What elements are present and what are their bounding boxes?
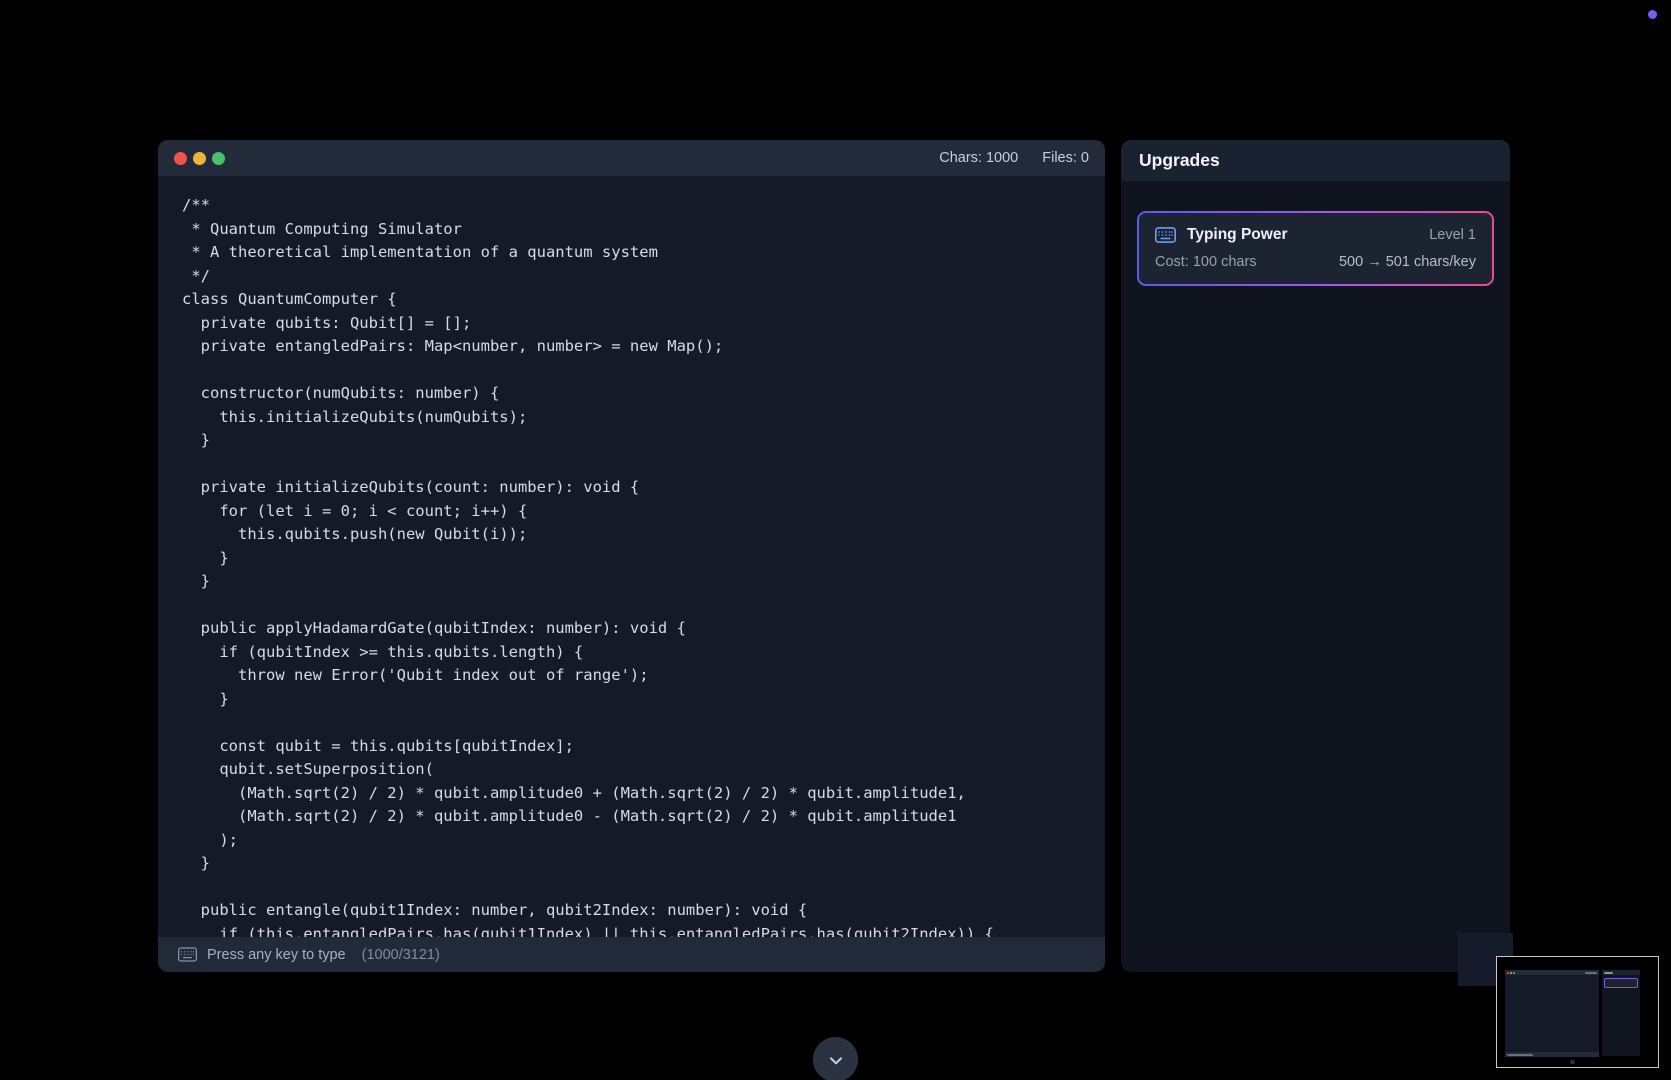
code-line: /**: [182, 194, 1081, 218]
chars-stat: Chars: 1000: [939, 150, 1018, 166]
upgrade-card-bottom-row: Cost: 100 chars 500 → 501 chars/key: [1155, 254, 1476, 270]
thumbnail-mini-minimize-dot: [1510, 972, 1512, 974]
thumbnail-mini-chevron: [1570, 1060, 1575, 1064]
screen-preview-thumbnail[interactable]: [1496, 956, 1659, 1068]
upgrade-card-body: Typing Power Level 1 Cost: 100 chars 500…: [1139, 213, 1492, 284]
upgrades-header: Upgrades: [1121, 140, 1510, 181]
upgrades-title: Upgrades: [1139, 150, 1220, 171]
code-line: }: [182, 688, 1081, 712]
keyboard-icon: [178, 947, 197, 962]
upgrade-cost: Cost: 100 chars: [1155, 254, 1257, 270]
thumbnail-mini-statusbar: [1505, 1052, 1599, 1057]
upgrade-level-badge: Level 1: [1429, 227, 1476, 243]
thumbnail-mini-status-text: [1507, 1054, 1533, 1056]
upgrades-panel: Upgrades Typing Power Level 1 Cost: 100 …: [1121, 140, 1510, 972]
upgrade-effect: 500 → 501 chars/key: [1339, 254, 1476, 270]
upgrade-card-typing-power[interactable]: Typing Power Level 1 Cost: 100 chars 500…: [1137, 211, 1494, 286]
code-line: [182, 876, 1081, 900]
code-content: /** * Quantum Computing Simulator * A th…: [182, 194, 1081, 946]
code-line: private initializeQubits(count: number):…: [182, 476, 1081, 500]
thumbnail-mini-upgrades-title: [1604, 972, 1613, 974]
editor-statusbar: Press any key to type (1000/3121): [158, 937, 1105, 972]
code-line: if (qubitIndex >= this.qubits.length) {: [182, 641, 1081, 665]
code-line: (Math.sqrt(2) / 2) * qubit.amplitude0 - …: [182, 805, 1081, 829]
code-line: throw new Error('Qubit index out of rang…: [182, 664, 1081, 688]
keyboard-icon: [1155, 227, 1176, 243]
editor-titlebar: Chars: 1000 Files: 0: [158, 140, 1105, 176]
code-line: }: [182, 547, 1081, 571]
code-line: * Quantum Computing Simulator: [182, 218, 1081, 242]
chevron-down-icon: [826, 1050, 846, 1070]
thumbnail-mini-upgrades-header: [1602, 970, 1640, 975]
thumbnail-mini-titlebar: [1505, 970, 1599, 975]
thumbnail-mini-upgrades-panel: [1602, 970, 1640, 1056]
notification-dot: [1648, 10, 1657, 19]
code-line: class QuantumComputer {: [182, 288, 1081, 312]
desktop: Chars: 1000 Files: 0 /** * Quantum Compu…: [0, 0, 1671, 1080]
code-line: [182, 453, 1081, 477]
code-line: this.qubits.push(new Qubit(i));: [182, 523, 1081, 547]
typing-editor-window: Chars: 1000 Files: 0 /** * Quantum Compu…: [158, 140, 1105, 972]
code-line: public applyHadamardGate(qubitIndex: num…: [182, 617, 1081, 641]
window-controls: [174, 152, 225, 165]
typing-prompt: Press any key to type: [207, 947, 346, 963]
thumbnail-mini-upgrade-card: [1604, 978, 1638, 988]
code-line: this.initializeQubits(numQubits);: [182, 406, 1081, 430]
code-line: public entangle(qubit1Index: number, qub…: [182, 899, 1081, 923]
thumbnail-mini-editor: [1505, 970, 1599, 1057]
code-line: }: [182, 852, 1081, 876]
code-line: [182, 711, 1081, 735]
code-line: [182, 594, 1081, 618]
titlebar-stats: Chars: 1000 Files: 0: [939, 150, 1089, 166]
code-line: */: [182, 265, 1081, 289]
typing-progress: (1000/3121): [362, 947, 440, 963]
code-line: for (let i = 0; i < count; i++) {: [182, 500, 1081, 524]
code-line: [182, 359, 1081, 383]
thumbnail-mini-zoom-dot: [1513, 972, 1515, 974]
code-line: private qubits: Qubit[] = [];: [182, 312, 1081, 336]
code-line: (Math.sqrt(2) / 2) * qubit.amplitude0 + …: [182, 782, 1081, 806]
code-line: }: [182, 429, 1081, 453]
thumbnail-mini-close-dot: [1507, 972, 1509, 974]
files-stat: Files: 0: [1042, 150, 1089, 166]
zoom-window-button[interactable]: [212, 152, 225, 165]
code-line: constructor(numQubits: number) {: [182, 382, 1081, 406]
code-line: private entangledPairs: Map<number, numb…: [182, 335, 1081, 359]
close-window-button[interactable]: [174, 152, 187, 165]
minimize-window-button[interactable]: [193, 152, 206, 165]
code-line: }: [182, 570, 1081, 594]
code-line: * A theoretical implementation of a quan…: [182, 241, 1081, 265]
code-line: qubit.setSuperposition(: [182, 758, 1081, 782]
scroll-down-button[interactable]: [813, 1037, 858, 1080]
upgrade-card-top-row: Typing Power Level 1: [1155, 226, 1476, 244]
upgrade-name: Typing Power: [1187, 226, 1287, 244]
code-line: const qubit = this.qubits[qubitIndex];: [182, 735, 1081, 759]
thumbnail-mini-stats: [1585, 972, 1597, 974]
code-line: );: [182, 829, 1081, 853]
code-area[interactable]: /** * Quantum Computing Simulator * A th…: [158, 176, 1105, 972]
